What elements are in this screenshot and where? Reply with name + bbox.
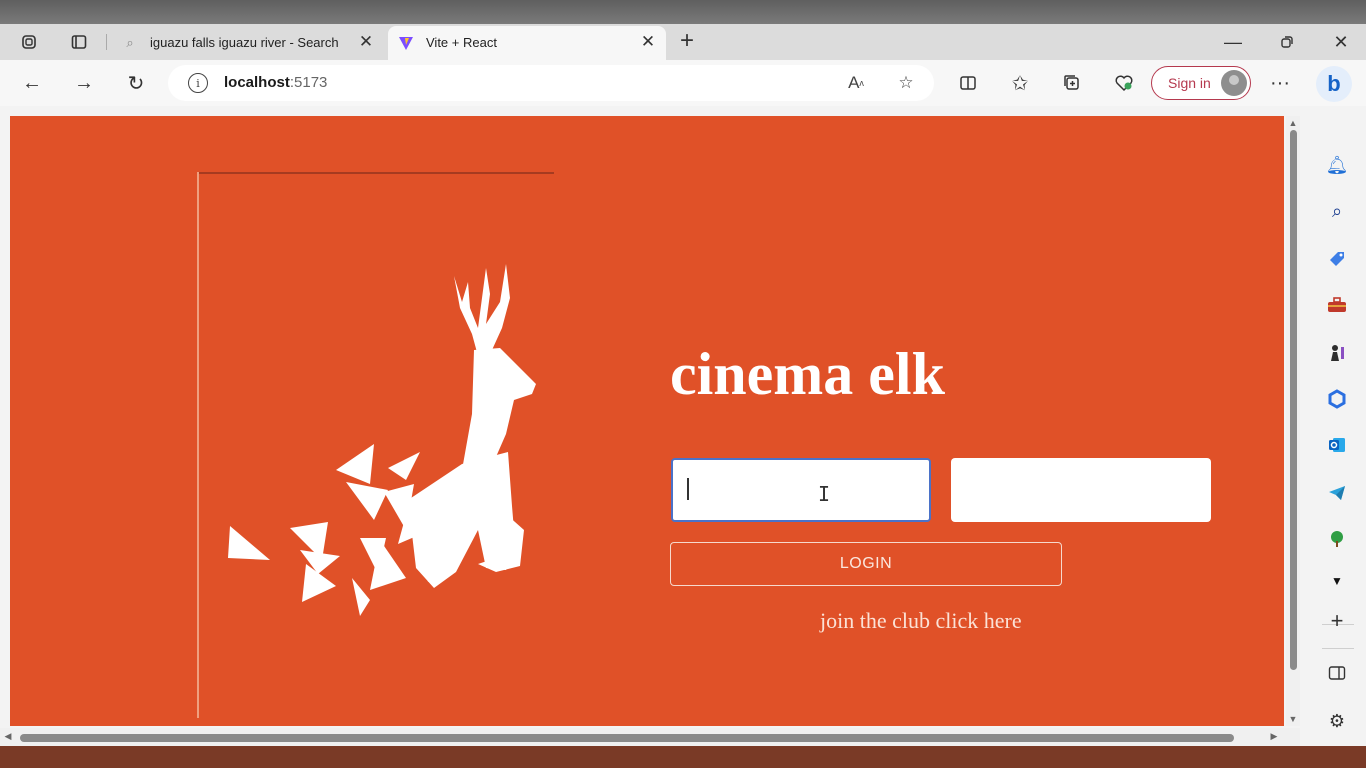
add-icon[interactable]: + xyxy=(1324,608,1350,634)
outer-top-band xyxy=(0,0,1366,24)
sidebar-divider xyxy=(1322,648,1354,649)
page-viewport: cinema elk I LOGIN join the club click h… xyxy=(10,116,1284,726)
edge-sidebar: 🔔︎ ⌕ ▼ + ⚙ xyxy=(1310,106,1366,746)
tree-icon[interactable] xyxy=(1324,526,1350,552)
url-host: localhost xyxy=(224,74,290,91)
split-screen-icon[interactable] xyxy=(954,69,982,97)
close-tab-icon[interactable]: ✕ xyxy=(356,32,376,52)
bing-copilot-icon[interactable]: b xyxy=(1316,66,1352,102)
avatar xyxy=(1221,70,1247,96)
username-input[interactable] xyxy=(671,458,931,522)
minimize-button[interactable]: — xyxy=(1210,28,1256,56)
navigation-toolbar: ← → ↻ i localhost:5173 Aʌ ☆ ✩ Sign in ··… xyxy=(0,60,1366,106)
chess-icon[interactable] xyxy=(1324,340,1350,366)
scroll-down-icon[interactable]: ▼ xyxy=(1287,714,1299,724)
url-port: :5173 xyxy=(289,74,328,91)
browser-essentials-icon[interactable] xyxy=(1110,69,1138,97)
search-icon[interactable]: ⌕ xyxy=(1324,198,1350,224)
bell-icon[interactable]: 🔔︎ xyxy=(1324,152,1350,178)
back-button[interactable]: ← xyxy=(18,69,46,97)
login-button[interactable]: LOGIN xyxy=(670,542,1062,586)
office-icon[interactable] xyxy=(1324,386,1350,412)
tab-actions-icon[interactable] xyxy=(68,31,90,53)
dropdown-icon[interactable]: ▼ xyxy=(1324,568,1350,594)
mouse-cursor-ibeam-icon: I xyxy=(818,482,831,506)
favorites-icon[interactable]: ✩ xyxy=(1006,69,1034,97)
restore-button[interactable] xyxy=(1264,28,1310,56)
new-tab-button[interactable]: + xyxy=(674,27,700,54)
scroll-up-icon[interactable]: ▲ xyxy=(1287,118,1299,128)
more-options-button[interactable]: ··· xyxy=(1266,69,1294,97)
search-icon: ⌕ xyxy=(126,35,134,50)
workspaces-icon[interactable] xyxy=(18,31,40,53)
tab-vite-react[interactable]: Vite + React ✕ xyxy=(388,26,666,60)
outer-bottom-band xyxy=(0,746,1366,768)
vertical-scrollbar[interactable]: ▲ ▼ xyxy=(1286,116,1300,726)
refresh-button[interactable]: ↻ xyxy=(122,69,150,97)
settings-icon[interactable]: ⚙ xyxy=(1324,708,1350,734)
toolbox-icon[interactable] xyxy=(1324,292,1350,318)
close-tab-icon[interactable]: ✕ xyxy=(638,32,658,52)
telegram-icon[interactable] xyxy=(1324,480,1350,506)
password-input[interactable] xyxy=(951,458,1211,522)
scroll-left-icon[interactable]: ◀ xyxy=(2,731,14,743)
vite-logo-icon xyxy=(398,35,414,51)
tab-label: Vite + React xyxy=(426,35,497,50)
favorite-star-icon[interactable]: ☆ xyxy=(894,71,918,95)
tab-search[interactable]: ⌕ iguazu falls iguazu river - Search ✕ xyxy=(112,26,384,60)
tab-strip: ⌕ iguazu falls iguazu river - Search ✕ V… xyxy=(0,24,1366,60)
address-bar[interactable]: i localhost:5173 Aʌ ☆ xyxy=(168,65,934,101)
site-info-icon[interactable]: i xyxy=(188,73,208,93)
decorative-frame-top xyxy=(198,172,554,174)
tab-label: iguazu falls iguazu river - Search xyxy=(150,35,339,50)
url-text[interactable]: localhost:5173 xyxy=(224,74,327,91)
outlook-icon[interactable] xyxy=(1324,432,1350,458)
forward-button[interactable]: → xyxy=(70,69,98,97)
shopping-tag-icon[interactable] xyxy=(1324,246,1350,272)
scroll-right-icon[interactable]: ▶ xyxy=(1268,731,1280,743)
vertical-scroll-thumb[interactable] xyxy=(1290,130,1297,670)
close-window-button[interactable]: ✕ xyxy=(1318,28,1364,56)
join-club-link[interactable]: join the club click here xyxy=(820,608,1022,634)
text-caret xyxy=(687,478,689,500)
horizontal-scrollbar[interactable]: ◀ ▶ xyxy=(0,728,1300,746)
page-title: cinema elk xyxy=(670,341,945,407)
decorative-frame-left xyxy=(197,172,199,718)
horizontal-scroll-thumb[interactable] xyxy=(20,734,1234,742)
split-screen-icon[interactable] xyxy=(1324,660,1350,686)
browser-window: ⌕ iguazu falls iguazu river - Search ✕ V… xyxy=(0,24,1366,746)
collections-icon[interactable] xyxy=(1058,69,1086,97)
sign-in-button[interactable]: Sign in xyxy=(1151,66,1251,100)
elk-logo-icon xyxy=(228,264,536,616)
tab-divider xyxy=(106,34,107,50)
read-aloud-icon[interactable]: Aʌ xyxy=(844,71,868,95)
sign-in-label: Sign in xyxy=(1168,75,1211,91)
